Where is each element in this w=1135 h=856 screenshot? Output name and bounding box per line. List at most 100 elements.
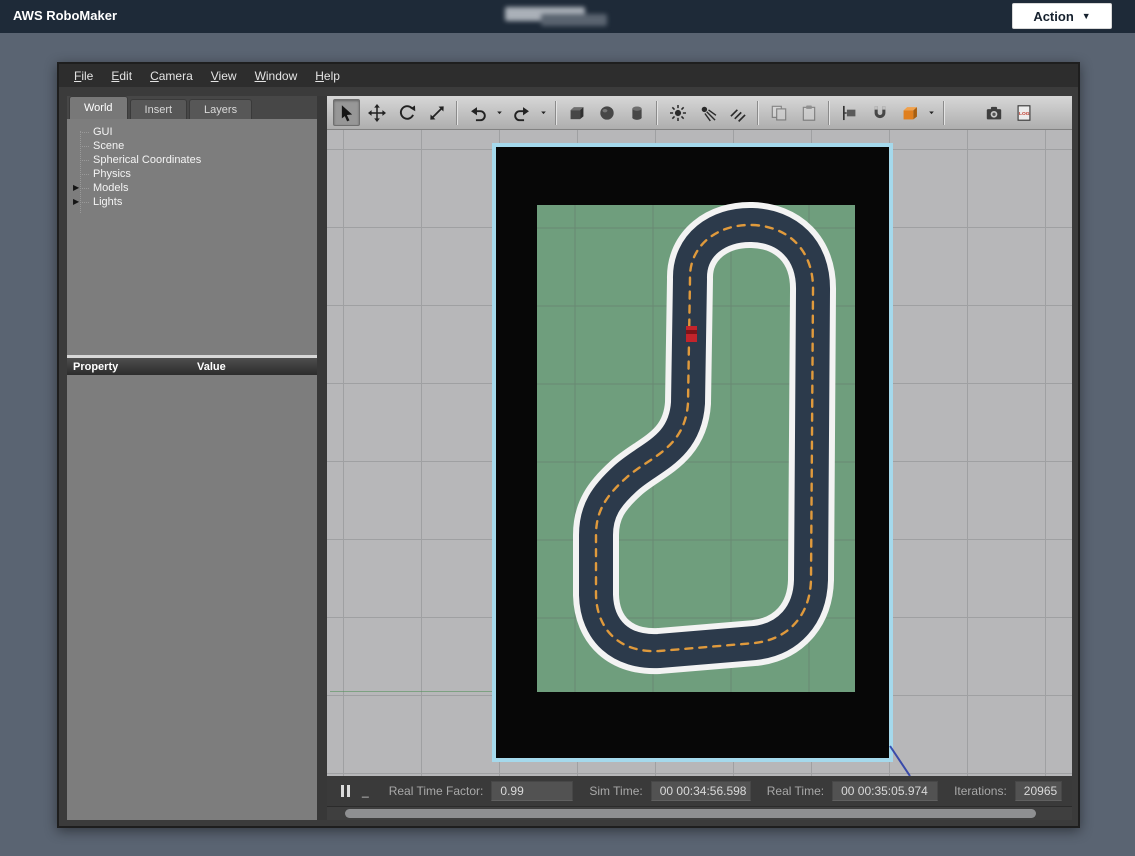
menu-camera[interactable]: Camera (141, 66, 202, 86)
undo-button[interactable] (464, 99, 491, 126)
property-table-header: Property Value (67, 358, 317, 375)
tree-item-lights[interactable]: ▶ Lights (67, 195, 317, 209)
property-column-header: Property (67, 361, 197, 373)
horizontal-scrollbar[interactable] (327, 806, 1072, 820)
tree-item-spherical-coordinates[interactable]: Spherical Coordinates (67, 153, 317, 167)
action-button[interactable]: Action ▼ (1012, 3, 1112, 29)
redo-button[interactable] (508, 99, 535, 126)
log-icon: LOG (1015, 104, 1033, 122)
tree-connector (80, 160, 89, 161)
spot-light-button[interactable] (694, 99, 721, 126)
step-button[interactable]: _ (362, 784, 369, 798)
tab-layers[interactable]: Layers (189, 99, 252, 119)
caret-down-icon (539, 108, 548, 117)
paste-button[interactable] (795, 99, 822, 126)
view-cube-icon (901, 104, 919, 122)
copy-button[interactable] (765, 99, 792, 126)
toolbar-separator (828, 101, 830, 125)
camera-icon (985, 104, 1003, 122)
real-time-factor-label: Real Time Factor: (389, 784, 484, 798)
menu-file[interactable]: File (65, 66, 102, 86)
tree-item-scene[interactable]: Scene (67, 139, 317, 153)
tree-item-gui[interactable]: GUI (67, 125, 317, 139)
value-column-header: Value (197, 361, 226, 373)
camera-frustum-line (882, 742, 922, 776)
align-icon (841, 104, 859, 122)
undo-history-button[interactable] (494, 99, 505, 126)
pause-icon (347, 785, 350, 797)
tab-insert[interactable]: Insert (130, 99, 188, 119)
world-panel: GUISceneSpherical CoordinatesPhysics▶Mod… (67, 119, 317, 820)
sim-time-label: Sim Time: (589, 784, 642, 798)
menu-window[interactable]: Window (246, 66, 307, 86)
point-light-icon (669, 104, 687, 122)
left-panel: World Insert Layers GUI Scene Spherical Co… (67, 96, 317, 820)
align-button[interactable] (836, 99, 863, 126)
vertical-splitter[interactable] (317, 96, 327, 820)
app-title: AWS RoboMaker (13, 8, 117, 23)
tree-item-models[interactable]: ▶ Models (67, 181, 317, 195)
insert-box-button[interactable] (563, 99, 590, 126)
view-angle-menu-button[interactable] (926, 99, 937, 126)
tree-item-label: Spherical Coordinates (93, 154, 201, 166)
insert-cylinder-button[interactable] (623, 99, 650, 126)
aws-topbar: AWS RoboMaker Action ▼ (0, 0, 1135, 33)
point-light-button[interactable] (664, 99, 691, 126)
scale-button[interactable] (423, 99, 450, 126)
paste-icon (800, 104, 818, 122)
chevron-down-icon: ▼ (1082, 11, 1091, 21)
insert-sphere-button[interactable] (593, 99, 620, 126)
rotate-button[interactable] (393, 99, 420, 126)
car-windshield (686, 330, 697, 334)
gazebo-window: FileEditCameraViewWindowHelp World Inser… (57, 62, 1080, 828)
redacted-block (541, 14, 607, 26)
panel-tabs: World Insert Layers (67, 96, 317, 119)
cursor-icon (338, 104, 356, 122)
redo-history-button[interactable] (538, 99, 549, 126)
redacted-text (505, 5, 650, 29)
property-table-body (67, 375, 317, 820)
world-tree: GUISceneSpherical CoordinatesPhysics▶Mod… (67, 125, 317, 209)
redo-icon (513, 104, 531, 122)
caret-down-icon (927, 108, 936, 117)
translate-button[interactable] (363, 99, 390, 126)
screenshot-button[interactable] (980, 99, 1007, 126)
magnet-icon (871, 104, 889, 122)
rotate-icon (398, 104, 416, 122)
expand-arrow-icon[interactable]: ▶ (73, 181, 79, 195)
tab-insert-label: Insert (145, 104, 173, 116)
3d-viewport[interactable] (327, 130, 1072, 776)
spot-light-icon (699, 104, 717, 122)
real-time-label: Real Time: (767, 784, 824, 798)
scrollbar-thumb[interactable] (345, 809, 1036, 818)
scale-icon (428, 104, 446, 122)
action-button-label: Action (1033, 9, 1073, 24)
tree-item-label: Lights (93, 196, 122, 208)
box-icon (568, 104, 586, 122)
tree-item-label: Scene (93, 140, 124, 152)
pause-button[interactable] (337, 782, 354, 800)
iterations-label: Iterations: (954, 784, 1007, 798)
menu-view[interactable]: View (202, 66, 246, 86)
tree-connector (80, 174, 89, 175)
select-button[interactable] (333, 99, 360, 126)
render-toolbar: LOG (327, 96, 1072, 130)
tab-world[interactable]: World (69, 96, 128, 119)
directional-light-button[interactable] (724, 99, 751, 126)
view-angle-button[interactable] (896, 99, 923, 126)
tree-connector (80, 202, 89, 203)
tab-layers-label: Layers (204, 104, 237, 116)
real-time-value: 00 00:35:05.974 (832, 781, 938, 801)
tree-item-physics[interactable]: Physics (67, 167, 317, 181)
expand-arrow-icon[interactable]: ▶ (73, 195, 79, 209)
menu-edit[interactable]: Edit (102, 66, 141, 86)
deepracer-car[interactable] (686, 326, 697, 342)
tree-item-label: GUI (93, 126, 113, 138)
log-record-button[interactable]: LOG (1010, 99, 1037, 126)
sphere-icon (598, 104, 616, 122)
tree-connector (80, 132, 89, 133)
menu-help[interactable]: Help (306, 66, 349, 86)
tree-item-label: Models (93, 182, 128, 194)
track-scene (492, 143, 893, 762)
snap-button[interactable] (866, 99, 893, 126)
